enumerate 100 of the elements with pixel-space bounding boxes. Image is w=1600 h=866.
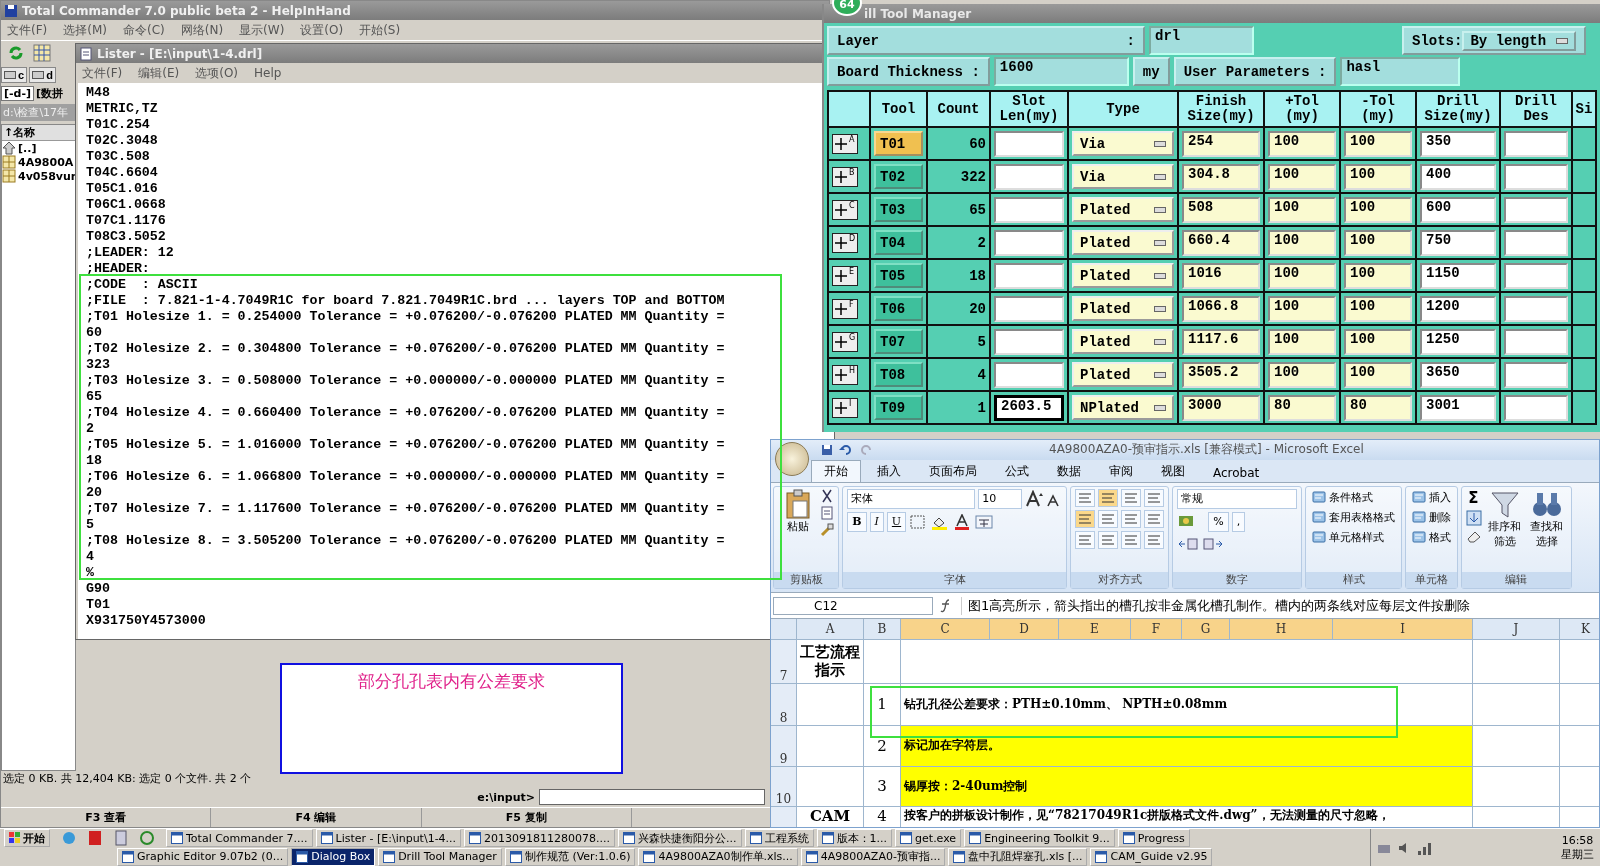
align-icon[interactable]	[1144, 488, 1165, 507]
taskbar-button[interactable]: 兴森快捷衡阳分公...	[618, 829, 742, 848]
taskbar-button[interactable]: Engineering Toolkit 9...	[964, 829, 1115, 848]
underline-button[interactable]: U	[886, 511, 907, 532]
drill-des-field[interactable]	[1504, 229, 1568, 256]
number-format-field[interactable]: 常规	[1177, 488, 1298, 509]
minus-tol-field[interactable]: 100	[1344, 361, 1412, 388]
drill-size-field[interactable]: 1200	[1420, 295, 1496, 322]
drill-des-field[interactable]	[1504, 130, 1568, 157]
align-icon[interactable]	[1075, 509, 1096, 528]
expand-button[interactable]: D	[832, 232, 858, 253]
menu-item[interactable]: Help	[254, 66, 282, 80]
finish-field[interactable]: 508	[1182, 196, 1260, 223]
type-dropdown[interactable]: Via	[1072, 164, 1174, 189]
type-dropdown[interactable]: Plated	[1072, 197, 1174, 222]
parameters-field[interactable]: hasl	[1340, 57, 1461, 86]
taskbar-button[interactable]: 4A9800AZA0-预审指...	[800, 847, 946, 866]
slot-length-field[interactable]	[994, 328, 1064, 355]
column-header[interactable]: G	[1182, 619, 1229, 639]
browser-icon[interactable]	[139, 830, 155, 847]
column-header[interactable]: ↑名称	[2, 125, 75, 141]
plus-tol-field[interactable]: 100	[1268, 163, 1336, 190]
align-icon[interactable]	[1121, 509, 1142, 528]
drill-size-field[interactable]: 3650	[1420, 361, 1496, 388]
align-icon[interactable]	[1098, 509, 1119, 528]
column-header[interactable]: H	[1230, 619, 1332, 639]
slot-length-field[interactable]	[994, 295, 1064, 322]
row-header[interactable]: 9	[771, 726, 796, 766]
drill-des-field[interactable]	[1504, 295, 1568, 322]
tool-button[interactable]: T05	[874, 263, 923, 288]
expand-button[interactable]: G	[832, 331, 858, 352]
finish-field[interactable]: 254	[1182, 130, 1260, 157]
slot-length-field[interactable]	[994, 196, 1064, 223]
minus-tol-field[interactable]: 100	[1344, 196, 1412, 223]
tool-button[interactable]: T07	[874, 329, 923, 354]
tool-button[interactable]: T03	[874, 197, 923, 222]
refresh-icon[interactable]	[7, 43, 25, 62]
column-header[interactable]: A	[797, 619, 863, 639]
type-dropdown[interactable]: Plated	[1072, 263, 1174, 288]
file-item[interactable]: [..]	[2, 141, 75, 155]
grow-font-icon[interactable]	[1025, 489, 1044, 508]
undo-icon[interactable]	[839, 443, 853, 456]
redo-icon[interactable]	[859, 443, 873, 456]
taskbar-button[interactable]: Lister - [E:\input\1-4...	[315, 829, 462, 848]
drill-size-field[interactable]: 400	[1420, 163, 1496, 190]
name-box[interactable]: C12	[773, 596, 933, 615]
align-icon[interactable]	[1121, 488, 1142, 507]
bold-button[interactable]: B	[847, 511, 867, 532]
taskbar-button[interactable]: 版本：1...	[816, 829, 893, 848]
drill-size-field[interactable]: 1150	[1420, 262, 1496, 289]
font-size-field[interactable]: 10	[978, 488, 1023, 509]
ribbon-command[interactable]: 单元格样式	[1310, 528, 1387, 546]
align-icon[interactable]	[1144, 530, 1165, 549]
align-icon[interactable]	[1075, 530, 1096, 549]
ribbon-tab[interactable]: Acrobat	[1201, 463, 1272, 482]
ribbon-command[interactable]: 套用表格格式	[1310, 508, 1398, 526]
slot-length-field[interactable]	[994, 229, 1064, 256]
ribbon-tab[interactable]: 视图	[1149, 460, 1197, 482]
tool-button[interactable]: T09	[874, 395, 923, 420]
finish-field[interactable]: 304.8	[1182, 163, 1260, 190]
align-icon[interactable]	[1075, 488, 1096, 507]
drill-des-field[interactable]	[1504, 361, 1568, 388]
type-dropdown[interactable]: Plated	[1072, 329, 1174, 354]
column-header[interactable]: J	[1473, 619, 1559, 639]
drill-des-field[interactable]	[1504, 262, 1568, 289]
drill-des-field[interactable]	[1504, 163, 1568, 190]
type-dropdown[interactable]: Plated	[1072, 362, 1174, 387]
row-header[interactable]: 10	[771, 767, 796, 806]
expand-button[interactable]: F	[832, 298, 858, 319]
minus-tol-field[interactable]: 100	[1344, 295, 1412, 322]
menu-item[interactable]: 选择(M)	[63, 21, 107, 39]
column-header[interactable]: F	[1131, 619, 1181, 639]
grid-view-icon[interactable]	[33, 43, 51, 62]
menu-item[interactable]: 文件(F)	[82, 64, 123, 82]
taskbar-button[interactable]: Progress	[1117, 829, 1190, 848]
drill-size-field[interactable]: 750	[1420, 229, 1496, 256]
fill-down-icon[interactable]	[1466, 509, 1483, 526]
drill-des-field[interactable]	[1504, 196, 1568, 223]
column-header[interactable]: K	[1560, 619, 1599, 639]
type-dropdown[interactable]: NPlated	[1072, 395, 1174, 420]
taskbar-button[interactable]: CAM_Guide v2.95	[1090, 847, 1213, 866]
command-field[interactable]	[539, 789, 765, 805]
column-header[interactable]: D	[990, 619, 1058, 639]
scissors-icon[interactable]	[820, 488, 835, 503]
ribbon-command[interactable]: 格式	[1410, 528, 1454, 546]
drill-size-field[interactable]: 3001	[1420, 394, 1496, 421]
expand-button[interactable]: A	[832, 133, 858, 154]
expand-button[interactable]: H	[832, 364, 858, 385]
minus-tol-field[interactable]: 100	[1344, 328, 1412, 355]
menu-item[interactable]: 选项(O)	[195, 64, 239, 82]
taskbar-button[interactable]: Dialog Box	[291, 847, 376, 866]
slot-length-field[interactable]: 2603.5	[994, 394, 1064, 421]
plus-tol-field[interactable]: 80	[1268, 394, 1336, 421]
taskbar-button[interactable]: Graphic Editor 9.07b2 (0...	[117, 847, 289, 866]
slot-length-field[interactable]	[994, 361, 1064, 388]
type-dropdown[interactable]: Plated	[1072, 230, 1174, 255]
italic-button[interactable]: I	[869, 511, 884, 532]
column-header[interactable]: B	[864, 619, 900, 639]
menu-item[interactable]: 命令(C)	[123, 21, 165, 39]
tool-button[interactable]: T04	[874, 230, 923, 255]
